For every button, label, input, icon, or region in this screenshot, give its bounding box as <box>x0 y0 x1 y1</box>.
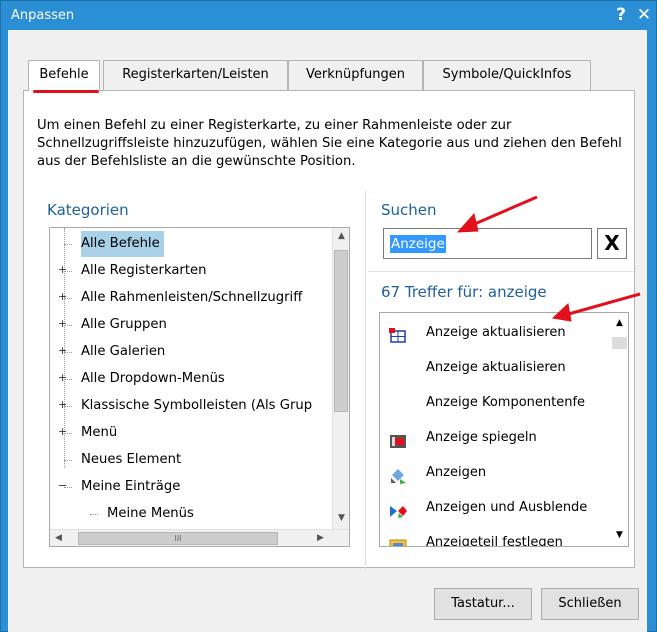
tab-befehle[interactable]: Befehle <box>28 60 100 91</box>
annotation-arrow-results <box>551 292 641 322</box>
tab-label: Befehle <box>39 67 89 82</box>
annotation-arrows <box>456 195 641 322</box>
annotation-underline <box>33 90 99 93</box>
annotation-arrow-search <box>456 195 538 233</box>
close-button[interactable]: Schließen <box>541 588 639 620</box>
keyboard-button[interactable]: Tastatur... <box>434 588 532 620</box>
